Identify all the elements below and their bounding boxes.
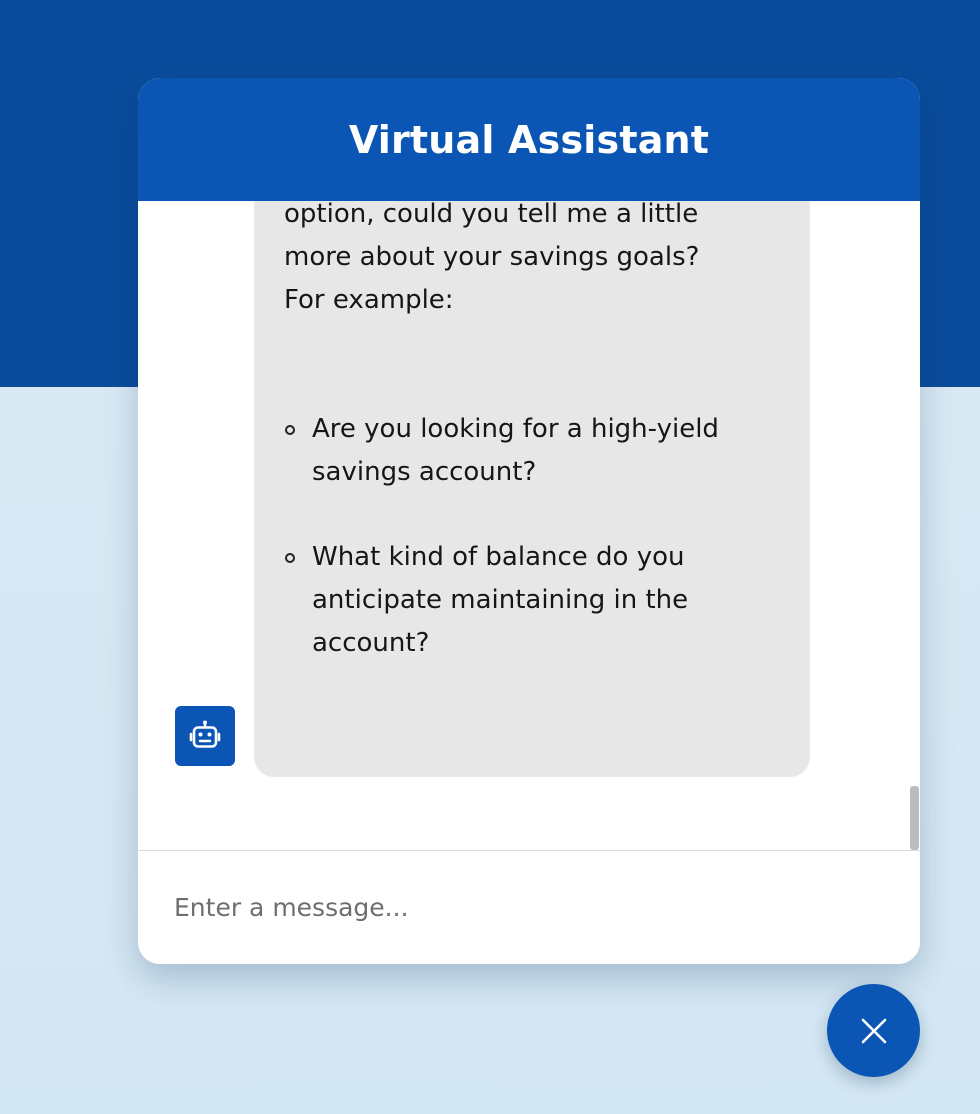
chat-title: Virtual Assistant	[348, 117, 710, 162]
list-item-line: anticipate maintaining in the	[312, 585, 689, 615]
bullet-icon	[285, 553, 295, 563]
close-icon	[861, 1018, 886, 1043]
robot-icon	[189, 720, 221, 748]
scrollbar-thumb[interactable]	[910, 786, 919, 850]
list-item-line: account?	[312, 628, 430, 658]
list-item-line: savings account?	[312, 457, 537, 487]
message-list: Are you looking for a high-yield savings…	[284, 408, 782, 665]
message-line: For example:	[284, 285, 454, 315]
chat-window: Virtual Assistant option, could you tell…	[138, 78, 920, 964]
assistant-message-bubble: option, could you tell me a little more …	[254, 201, 810, 777]
bullet-icon	[285, 425, 295, 435]
assistant-avatar	[175, 706, 235, 766]
list-item-line: What kind of balance do you	[312, 542, 685, 572]
message-line: option, could you tell me a little	[284, 201, 699, 229]
chat-messages[interactable]: option, could you tell me a little more …	[138, 201, 920, 850]
message-line: more about your savings goals?	[284, 242, 700, 272]
list-item-line: Are you looking for a high-yield	[312, 414, 719, 444]
list-item: Are you looking for a high-yield savings…	[284, 408, 782, 494]
scrollbar-track[interactable]	[909, 201, 920, 850]
message-input[interactable]	[138, 851, 920, 964]
close-chat-button[interactable]	[827, 984, 920, 1077]
chat-header: Virtual Assistant	[138, 78, 920, 201]
list-item: What kind of balance do you anticipate m…	[284, 536, 782, 665]
